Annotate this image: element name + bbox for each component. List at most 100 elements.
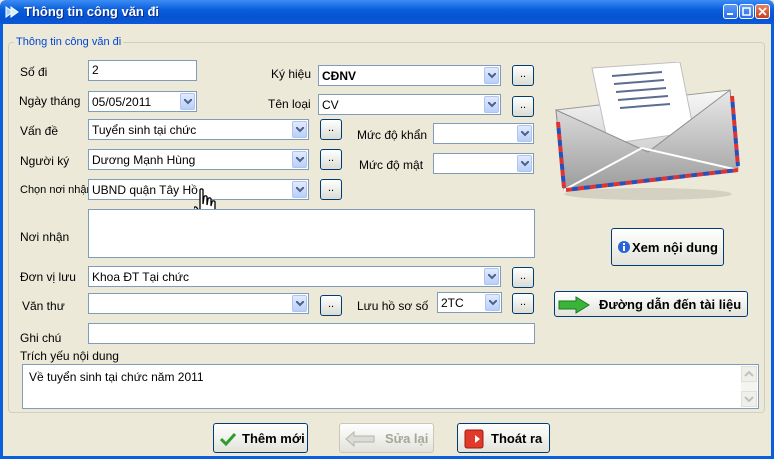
chevron-down-icon (488, 274, 496, 280)
minimize-button[interactable] (723, 4, 738, 19)
dropdown-arrow[interactable] (484, 67, 499, 84)
ghi-chu-input[interactable] (88, 323, 535, 344)
muc-do-khan-label: Mức độ khẩn (357, 128, 428, 142)
scroll-down-button[interactable] (741, 391, 757, 407)
ten-loai-value: CV (322, 98, 339, 112)
trich-yeu-text: Về tuyển sinh tại chức năm 2011 (29, 370, 204, 384)
window-frame-left (0, 24, 3, 459)
minimize-icon (727, 13, 733, 15)
ghi-chu-label: Ghi chú (20, 331, 62, 345)
arrow-right-icon (558, 296, 590, 314)
don-vi-luu-value: Khoa ĐT Tại chức (92, 270, 189, 284)
view-content-button[interactable]: Xem nội dung (611, 228, 724, 266)
muc-do-khan-select[interactable] (433, 123, 534, 144)
dropdown-arrow[interactable] (484, 268, 499, 285)
dropdown-arrow[interactable] (292, 181, 307, 198)
nguoi-ky-label: Người ký (20, 154, 70, 168)
chevron-down-icon (744, 396, 754, 403)
close-button[interactable] (755, 4, 770, 19)
nguoi-ky-select[interactable]: Dương Mạnh Hùng (88, 149, 309, 170)
ky-hieu-browse-button[interactable]: .. (512, 65, 534, 86)
document-path-label: Đường dẫn đến tài liệu (599, 297, 742, 312)
dropdown-arrow[interactable] (180, 93, 195, 110)
so-di-label: Số đi (20, 65, 48, 79)
chevron-down-icon (488, 102, 496, 108)
document-path-button[interactable]: Đường dẫn đến tài liệu (554, 291, 748, 317)
luu-ho-so-so-label: Lưu hồ sơ số (357, 299, 429, 313)
chevron-down-icon (489, 300, 497, 306)
luu-ho-so-so-value: 2TC (441, 296, 464, 310)
chevron-down-icon (296, 127, 304, 133)
ky-hieu-value: CĐNV (322, 69, 357, 83)
group-title: Thông tin công văn đi (14, 36, 124, 48)
dropdown-arrow[interactable] (485, 294, 500, 311)
add-new-button[interactable]: Thêm mới (213, 423, 308, 453)
nguoi-ky-browse-button[interactable]: .. (320, 149, 342, 170)
close-icon (758, 7, 767, 16)
noi-nhan-label: Nơi nhận (20, 230, 70, 244)
noi-nhan-textarea[interactable] (88, 209, 535, 258)
chevron-down-icon (296, 187, 304, 193)
maximize-button[interactable] (739, 4, 754, 19)
nguoi-ky-value: Dương Mạnh Hùng (92, 153, 196, 167)
scroll-up-button[interactable] (741, 366, 757, 382)
ngay-thang-datepicker[interactable]: 05/05/2011 (88, 91, 197, 112)
muc-do-mat-select[interactable] (433, 153, 534, 174)
dropdown-arrow[interactable] (292, 151, 307, 168)
envelope-icon (555, 62, 740, 200)
view-content-label: Xem nội dung (632, 240, 718, 255)
chevron-up-icon (744, 370, 754, 377)
chon-noi-nhan-browse-button[interactable]: .. (320, 179, 342, 200)
checkmark-icon (220, 432, 236, 446)
ky-hieu-select[interactable]: CĐNV (318, 65, 501, 86)
ky-hieu-label: Ký hiệu (271, 67, 312, 81)
dropdown-arrow[interactable] (292, 121, 307, 138)
maximize-icon (742, 7, 751, 16)
app-icon (5, 6, 19, 18)
chon-noi-nhan-value: UBND quận Tây Hồ (92, 183, 198, 197)
van-de-value: Tuyển sinh tại chức (92, 123, 197, 137)
dropdown-arrow[interactable] (517, 125, 532, 142)
so-di-input[interactable]: 2 (88, 60, 197, 81)
van-thu-select[interactable] (88, 293, 309, 314)
exit-icon (464, 429, 484, 449)
ngay-thang-label: Ngày tháng (19, 94, 81, 108)
luu-ho-so-so-browse-button[interactable]: .. (512, 293, 534, 314)
window: Thông tin công văn đi Thông tin công văn… (0, 0, 774, 459)
chon-noi-nhan-label: Chọn nơi nhận (20, 184, 93, 196)
chevron-down-icon (521, 131, 529, 137)
chevron-down-icon (521, 161, 529, 167)
window-title: Thông tin công văn đi (24, 4, 160, 19)
add-new-label: Thêm mới (242, 431, 305, 446)
trich-yeu-scrollbar[interactable] (741, 366, 757, 407)
ten-loai-label: Tên loại (268, 97, 311, 111)
exit-label: Thoát ra (491, 431, 543, 446)
info-icon (618, 241, 630, 253)
dropdown-arrow[interactable] (484, 96, 499, 113)
dropdown-arrow[interactable] (517, 155, 532, 172)
chevron-down-icon (488, 73, 496, 79)
luu-ho-so-so-select[interactable]: 2TC (437, 292, 502, 313)
edit-icon (345, 430, 375, 448)
chevron-down-icon (184, 99, 192, 105)
edit-label: Sửa lại (385, 431, 429, 446)
trich-yeu-textarea[interactable]: Về tuyển sinh tại chức năm 2011 (22, 364, 759, 409)
van-de-select[interactable]: Tuyển sinh tại chức (88, 119, 309, 140)
van-de-label: Vấn đề (20, 124, 59, 138)
don-vi-luu-select[interactable]: Khoa ĐT Tại chức (88, 266, 501, 287)
don-vi-luu-browse-button[interactable]: .. (512, 267, 534, 288)
van-de-browse-button[interactable]: .. (320, 119, 342, 140)
exit-button[interactable]: Thoát ra (457, 423, 550, 453)
don-vi-luu-label: Đơn vị lưu (20, 270, 76, 284)
muc-do-mat-label: Mức độ mật (359, 158, 424, 172)
ten-loai-select[interactable]: CV (318, 94, 501, 115)
title-bar[interactable]: Thông tin công văn đi (0, 0, 774, 24)
chevron-down-icon (296, 157, 304, 163)
edit-button[interactable]: Sửa lại (339, 423, 434, 453)
dropdown-arrow[interactable] (292, 295, 307, 312)
trich-yeu-label: Trích yếu nội dung (20, 349, 119, 363)
van-thu-browse-button[interactable]: .. (320, 295, 342, 316)
ngay-thang-value: 05/05/2011 (92, 95, 152, 109)
van-thu-label: Văn thư (22, 299, 65, 313)
ten-loai-browse-button[interactable]: .. (512, 96, 534, 117)
